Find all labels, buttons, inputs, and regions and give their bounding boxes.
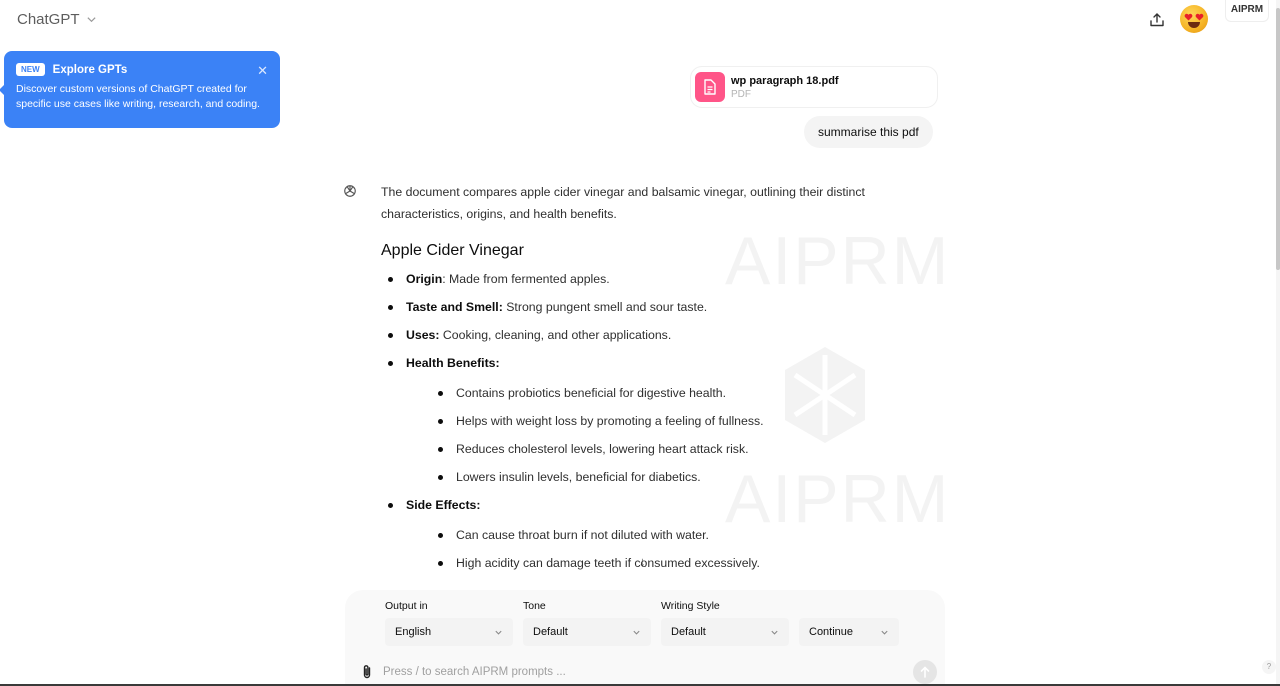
select-value: Default	[671, 626, 706, 638]
scrollbar[interactable]	[1276, 0, 1280, 686]
item-text: Cooking, cleaning, and other application…	[439, 328, 672, 342]
output-language-select[interactable]: English	[385, 618, 513, 646]
list-item: Uses: Cooking, cleaning, and other appli…	[381, 321, 901, 349]
arrow-up-icon	[920, 666, 930, 678]
user-message: summarise this pdf	[804, 116, 933, 148]
list-item: Helps with weight loss by promoting a fe…	[431, 407, 901, 435]
aiprm-options: Output in English Tone Default Writing S…	[385, 600, 899, 646]
close-icon[interactable]: ✕	[257, 63, 268, 79]
continue-select[interactable]: Continue	[799, 618, 899, 646]
item-label: Origin	[406, 272, 443, 286]
send-button[interactable]	[913, 660, 937, 684]
health-benefits-list: Contains probiotics beneficial for diges…	[431, 379, 901, 491]
tone-field: Tone Default	[523, 600, 651, 646]
attribute-list: Origin: Made from fermented apples. Tast…	[381, 265, 901, 577]
list-item: Health Benefits: Contains probiotics ben…	[381, 349, 901, 491]
chevron-down-icon	[495, 630, 502, 635]
scrollbar-thumb[interactable]	[1276, 8, 1280, 270]
select-value: English	[395, 626, 432, 638]
item-label: Taste and Smell:	[406, 300, 503, 314]
item-label: Uses:	[406, 328, 440, 342]
avatar-mouth	[1188, 22, 1200, 28]
list-item: Reduces cholesterol levels, lowering hea…	[431, 435, 901, 463]
select-value: Continue	[809, 626, 854, 638]
prompt-input[interactable]	[383, 666, 883, 678]
select-value: Default	[533, 626, 568, 638]
document-icon	[695, 72, 725, 102]
assistant-response: The document compares apple cider vinega…	[381, 181, 901, 577]
scroll-down-arrow-icon[interactable]: ↓	[639, 554, 646, 569]
chevron-down-icon	[881, 630, 888, 635]
writing-style-select[interactable]: Default	[661, 618, 789, 646]
new-badge: NEW	[16, 63, 45, 76]
side-effects-list: Can cause throat burn if not diluted wit…	[431, 521, 901, 577]
response-intro: The document compares apple cider vinega…	[381, 185, 865, 221]
list-item: Taste and Smell: Strong pungent smell an…	[381, 293, 901, 321]
item-text: Strong pungent smell and sour taste.	[502, 300, 708, 314]
writing-style-label: Writing Style	[661, 600, 720, 612]
share-upload-icon	[1150, 13, 1164, 27]
file-name: wp paragraph 18.pdf	[731, 74, 839, 87]
list-item: High acidity can damage teeth if consume…	[431, 549, 901, 577]
writing-style-field: Writing Style Default	[661, 600, 789, 646]
help-button[interactable]: ?	[1262, 660, 1276, 674]
heart-eye-icon	[1195, 13, 1204, 21]
output-language-field: Output in English	[385, 600, 513, 646]
list-item: Lowers insulin levels, beneficial for di…	[431, 463, 901, 491]
popover-title[interactable]: Explore GPTs	[53, 64, 128, 76]
composer: Output in English Tone Default Writing S…	[345, 590, 945, 686]
list-item: Origin: Made from fermented apples.	[381, 265, 901, 293]
item-label: Health Benefits:	[406, 356, 500, 370]
attachment-card[interactable]: wp paragraph 18.pdf PDF	[690, 66, 938, 108]
heart-eye-icon	[1184, 13, 1193, 21]
popover-description: Discover custom versions of ChatGPT crea…	[16, 83, 260, 110]
chevron-down-icon	[633, 630, 640, 635]
top-bar: ChatGPT AIPRM	[0, 0, 1280, 42]
paperclip-icon[interactable]	[361, 664, 373, 680]
item-text: : Made from fermented apples.	[442, 272, 610, 286]
section-heading: Apple Cider Vinegar	[381, 242, 524, 259]
explore-gpts-popover: NEW Explore GPTs ✕ Discover custom versi…	[0, 51, 280, 128]
list-item: Contains probiotics beneficial for diges…	[431, 379, 901, 407]
output-label: Output in	[385, 600, 428, 612]
tone-label: Tone	[523, 600, 546, 612]
chevron-down-icon	[771, 630, 778, 635]
aiprm-tab[interactable]: AIPRM	[1225, 0, 1269, 22]
avatar[interactable]	[1180, 5, 1208, 33]
list-item: Can cause throat burn if not diluted wit…	[431, 521, 901, 549]
file-type: PDF	[731, 88, 751, 100]
openai-logo-icon	[344, 185, 356, 197]
share-button[interactable]	[1146, 9, 1168, 31]
tone-select[interactable]: Default	[523, 618, 651, 646]
model-name: ChatGPT	[17, 11, 80, 28]
chevron-down-icon	[86, 17, 96, 23]
model-switcher[interactable]: ChatGPT	[17, 11, 97, 28]
item-label: Side Effects:	[406, 498, 481, 512]
prompt-row	[361, 660, 941, 684]
